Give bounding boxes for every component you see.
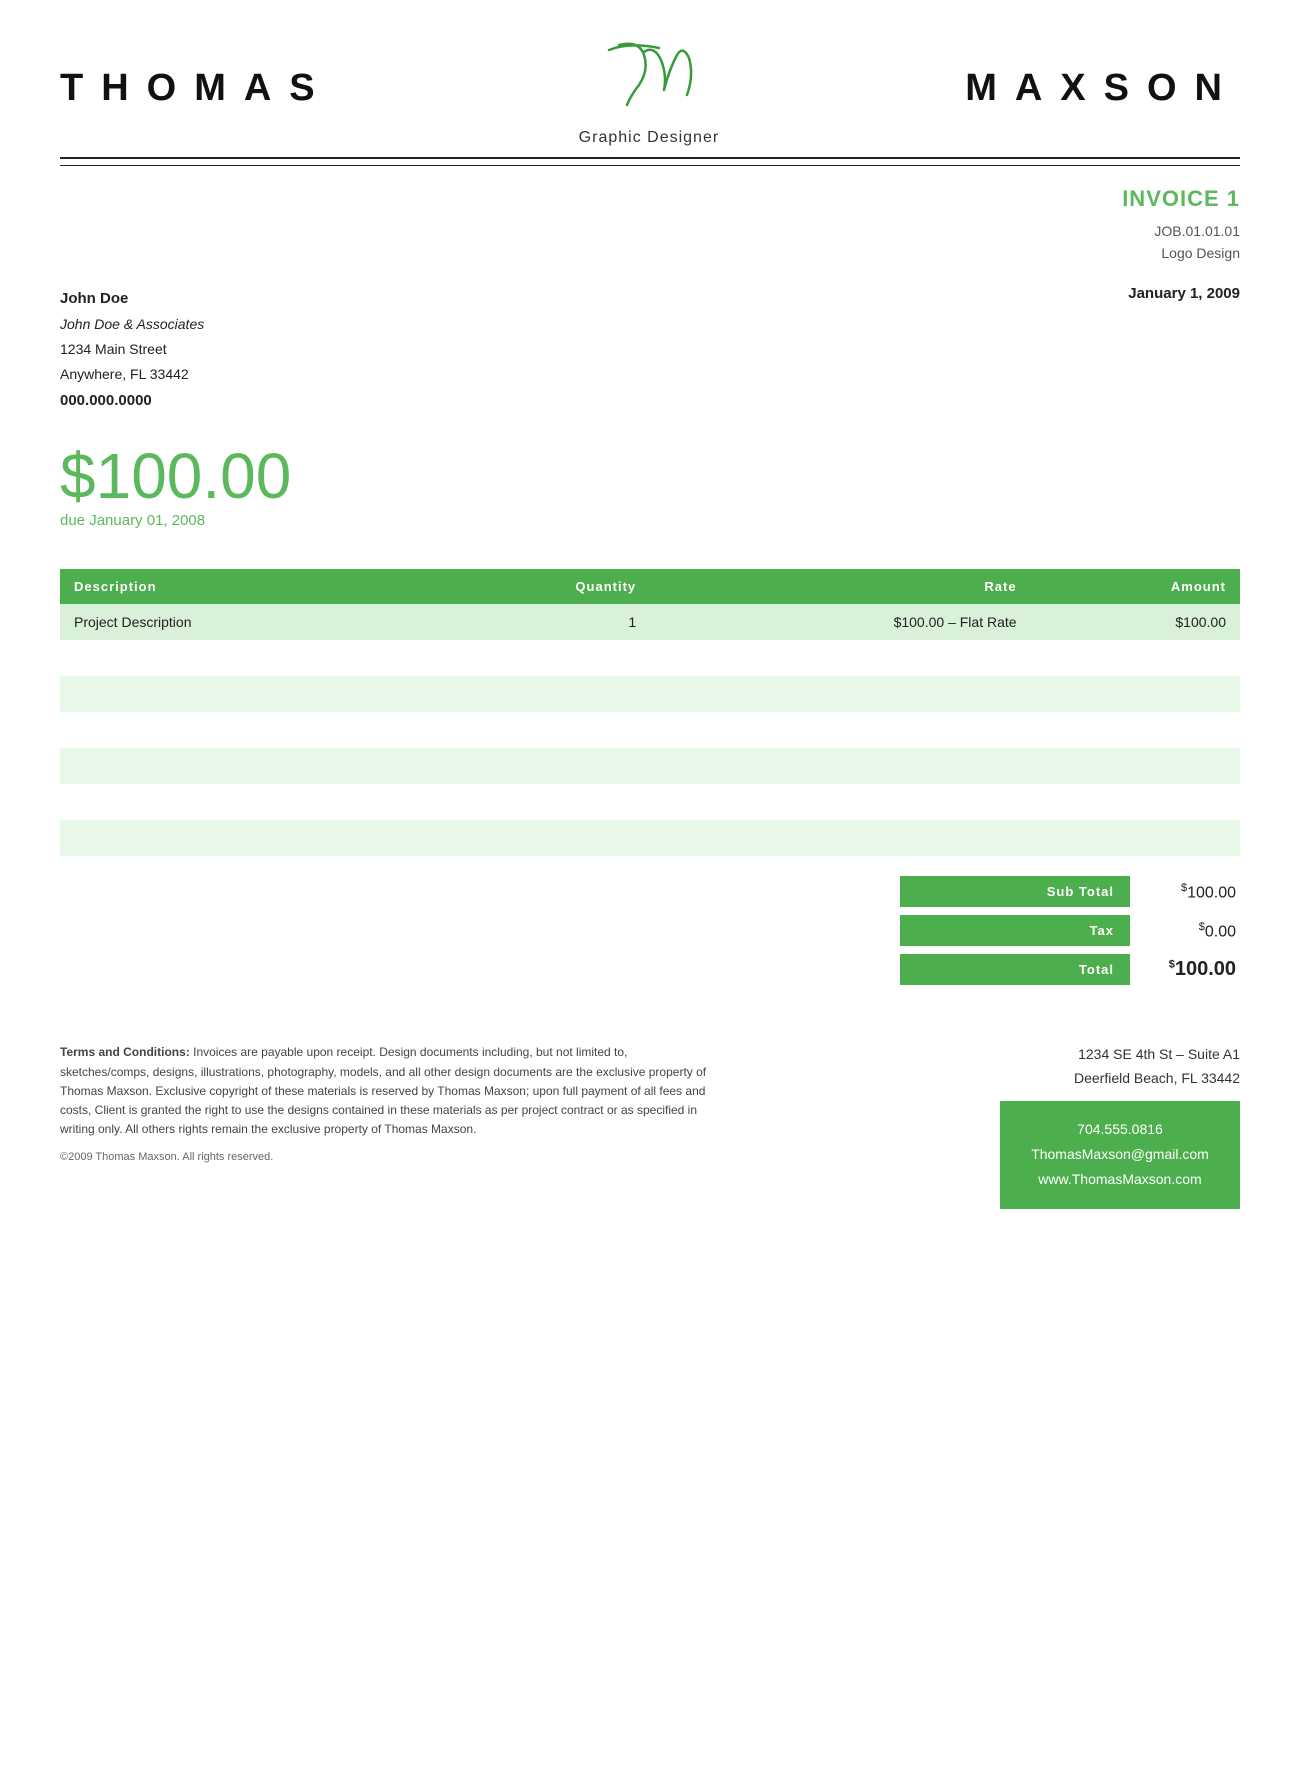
col-amount: Amount <box>1031 569 1240 604</box>
subtotal-row: Sub Total $100.00 <box>900 876 1240 907</box>
client-info: John Doe John Doe & Associates 1234 Main… <box>60 285 204 415</box>
amount-due-section: $100.00 due January 01, 2008 <box>0 414 1300 539</box>
footer-contact-box: 704.555.0816 ThomasMaxson@gmail.com www.… <box>1000 1101 1240 1209</box>
table-row-empty <box>60 748 1240 784</box>
totals-table: Sub Total $100.00 Tax $0.00 Total $100.0… <box>900 876 1240 993</box>
invoice-top: INVOICE 1 JOB.01.01.01 Logo Design <box>0 166 1300 265</box>
footer-copyright: ©2009 Thomas Maxson. All rights reserved… <box>60 1149 709 1167</box>
invoice-right: INVOICE 1 JOB.01.01.01 Logo Design <box>1122 186 1240 265</box>
client-name: John Doe <box>60 285 204 312</box>
invoice-table: Description Quantity Rate Amount Project… <box>60 569 1240 856</box>
table-body: Project Description 1 $100.00 – Flat Rat… <box>60 604 1240 856</box>
amount-value: 100.00 <box>96 440 292 512</box>
logo-svg <box>589 30 709 120</box>
footer-address: 1234 SE 4th St – Suite A1 Deerfield Beac… <box>744 1043 1240 1091</box>
client-date-row: John Doe John Doe & Associates 1234 Main… <box>0 265 1300 415</box>
client-address2: Anywhere, FL 33442 <box>60 362 204 387</box>
subtotal-label: Sub Total <box>900 876 1130 907</box>
col-rate: Rate <box>650 569 1030 604</box>
total-value: $100.00 <box>1130 958 1240 981</box>
col-quantity: Quantity <box>427 569 651 604</box>
table-header: Description Quantity Rate Amount <box>60 569 1240 604</box>
table-row-empty <box>60 712 1240 748</box>
invoice-job-number: JOB.01.01.01 <box>1122 220 1240 242</box>
footer-left: Terms and Conditions: Invoices are payab… <box>60 1043 709 1167</box>
currency-symbol: $ <box>60 440 96 512</box>
total-row: Total $100.00 <box>900 954 1240 985</box>
logo-area: Graphic Designer <box>579 30 720 147</box>
invoice-job-name: Logo Design <box>1122 242 1240 264</box>
amount-big: $100.00 <box>60 444 1240 508</box>
name-left: THOMAS <box>60 67 333 110</box>
footer-phone: 704.555.0816 <box>1020 1117 1220 1142</box>
client-phone: 000.000.0000 <box>60 387 204 414</box>
header-divider <box>60 157 1240 159</box>
client-company: John Doe & Associates <box>60 312 204 337</box>
logo-subtitle: Graphic Designer <box>579 129 720 147</box>
row1-description: Project Description <box>60 604 427 640</box>
tax-label: Tax <box>900 915 1130 946</box>
table-section: Description Quantity Rate Amount Project… <box>0 539 1300 856</box>
table-row-empty <box>60 676 1240 712</box>
client-address1: 1234 Main Street <box>60 337 204 362</box>
col-description: Description <box>60 569 427 604</box>
invoice-date: January 1, 2009 <box>1128 285 1240 415</box>
row1-quantity: 1 <box>427 604 651 640</box>
invoice-number: INVOICE 1 <box>1122 186 1240 212</box>
table-row: Project Description 1 $100.00 – Flat Rat… <box>60 604 1240 640</box>
footer-terms: Terms and Conditions: Invoices are payab… <box>60 1043 709 1139</box>
row1-rate: $100.00 – Flat Rate <box>650 604 1030 640</box>
tax-value: $0.00 <box>1130 921 1240 941</box>
row1-amount: $100.00 <box>1031 604 1240 640</box>
footer-address2: Deerfield Beach, FL 33442 <box>744 1067 1240 1091</box>
table-row-empty <box>60 820 1240 856</box>
footer-section: Terms and Conditions: Invoices are payab… <box>0 993 1300 1238</box>
table-row-empty <box>60 784 1240 820</box>
name-right: MAXSON <box>965 67 1240 110</box>
totals-section: Sub Total $100.00 Tax $0.00 Total $100.0… <box>0 856 1300 993</box>
footer-email: ThomasMaxson@gmail.com <box>1020 1142 1220 1167</box>
footer-right: 1234 SE 4th St – Suite A1 Deerfield Beac… <box>744 1043 1240 1208</box>
due-date: due January 01, 2008 <box>60 512 1240 529</box>
footer-address1: 1234 SE 4th St – Suite A1 <box>744 1043 1240 1067</box>
page-header: THOMAS Graphic Designer MAXSON <box>0 0 1300 157</box>
subtotal-value: $100.00 <box>1130 882 1240 902</box>
terms-title: Terms and Conditions: <box>60 1045 190 1059</box>
tax-row: Tax $0.00 <box>900 915 1240 946</box>
total-label: Total <box>900 954 1130 985</box>
footer-website: www.ThomasMaxson.com <box>1020 1167 1220 1192</box>
table-row-empty <box>60 640 1240 676</box>
